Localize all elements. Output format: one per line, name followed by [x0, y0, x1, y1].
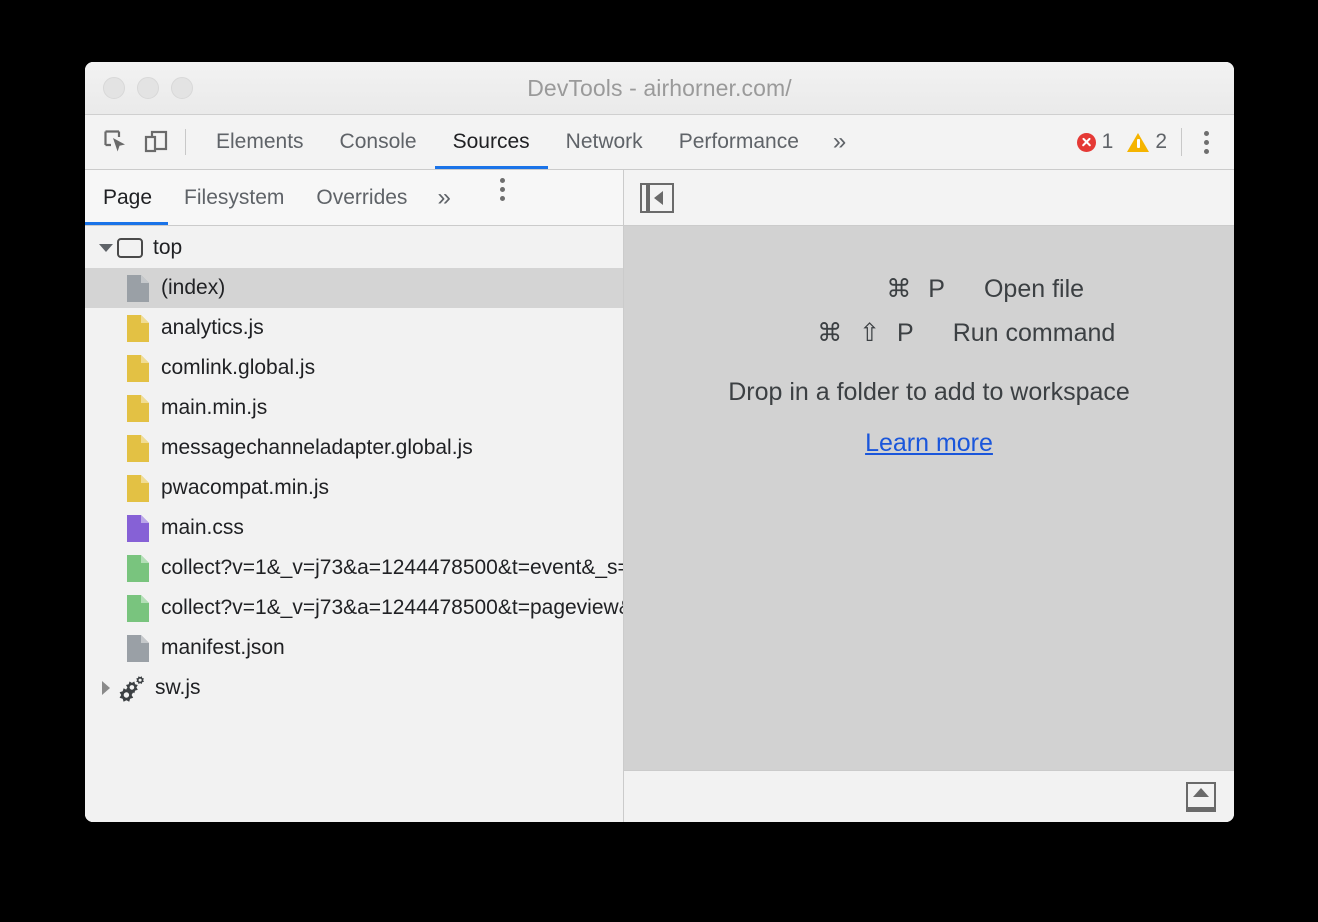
subtab-overrides[interactable]: Overrides: [300, 170, 423, 225]
editor-empty-state: ⌘ P Open file ⌘ ⇧ P Run command Drop in …: [624, 226, 1234, 770]
warning-badge[interactable]: 2: [1127, 130, 1167, 154]
collapse-navigator-icon[interactable]: [640, 183, 674, 213]
tree-item-analytics-js[interactable]: analytics.js: [85, 308, 623, 348]
error-count: 1: [1102, 130, 1114, 154]
shortcut-open-file: ⌘ P Open file: [774, 274, 1084, 304]
tab-console[interactable]: Console: [322, 115, 435, 169]
tab-elements[interactable]: Elements: [198, 115, 322, 169]
file-tree: top (index) analytics.js: [85, 226, 623, 822]
inspect-element-icon[interactable]: [97, 123, 135, 161]
document-icon: [127, 595, 149, 622]
navigator-tabs: Page Filesystem Overrides »: [85, 170, 623, 226]
subtab-overrides-label: Overrides: [316, 186, 407, 210]
main-toolbar: Elements Console Sources Network Perform…: [85, 115, 1234, 170]
tree-item-label: comlink.global.js: [161, 356, 315, 380]
tab-elements-label: Elements: [216, 130, 304, 154]
tree-item-top[interactable]: top: [85, 228, 623, 268]
tab-sources[interactable]: Sources: [435, 115, 548, 169]
minimize-window-button[interactable]: [137, 77, 159, 99]
tab-performance[interactable]: Performance: [661, 115, 817, 169]
shortcut-run-command: ⌘ ⇧ P Run command: [743, 318, 1116, 348]
tree-item-label: pwacompat.min.js: [161, 476, 329, 500]
warning-icon: [1127, 133, 1149, 152]
toolbar-divider: [185, 129, 186, 155]
shortcut-open-file-keys: ⌘ P: [774, 274, 984, 304]
tree-item-index[interactable]: (index): [85, 268, 623, 308]
tree-item-label: manifest.json: [161, 636, 285, 660]
subtab-page[interactable]: Page: [85, 170, 168, 225]
tree-item-pwacompat-min-js[interactable]: pwacompat.min.js: [85, 468, 623, 508]
workspace-drop-hint: Drop in a folder to add to workspace: [728, 378, 1130, 407]
editor-toolbar: [624, 170, 1234, 226]
navigator-kebab-menu-icon[interactable]: [485, 170, 521, 208]
status-bar: [624, 770, 1234, 822]
shortcut-run-command-action: Run command: [953, 319, 1116, 348]
device-toolbar-icon[interactable]: [137, 123, 175, 161]
document-icon: [127, 315, 149, 342]
tree-item-label: top: [153, 236, 182, 260]
window-controls: [103, 77, 193, 99]
tree-item-label: (index): [161, 276, 225, 300]
window-title: DevTools - airhorner.com/: [85, 75, 1234, 102]
shortcut-open-file-action: Open file: [984, 275, 1084, 304]
tree-item-label: sw.js: [155, 676, 201, 700]
close-window-button[interactable]: [103, 77, 125, 99]
more-panels-button[interactable]: »: [817, 115, 862, 169]
tree-item-label: messagechanneladapter.global.js: [161, 436, 473, 460]
error-badge[interactable]: 1: [1077, 130, 1114, 154]
tree-item-label: main.min.js: [161, 396, 267, 420]
tree-item-comlink-global-js[interactable]: comlink.global.js: [85, 348, 623, 388]
tree-item-label: collect?v=1&_v=j73&a=1244478500&t=event&…: [161, 556, 623, 580]
tab-console-label: Console: [340, 130, 417, 154]
document-icon: [127, 555, 149, 582]
document-icon: [127, 475, 149, 502]
show-drawer-icon[interactable]: [1186, 782, 1216, 812]
tab-network[interactable]: Network: [548, 115, 661, 169]
panel-tabs: Elements Console Sources Network Perform…: [198, 115, 862, 169]
tree-item-label: main.css: [161, 516, 244, 540]
tree-item-manifest-json[interactable]: manifest.json: [85, 628, 623, 668]
shortcut-run-command-keys: ⌘ ⇧ P: [743, 318, 953, 348]
frame-icon: [117, 238, 143, 258]
error-icon: [1077, 133, 1096, 152]
maximize-window-button[interactable]: [171, 77, 193, 99]
editor-panel: ⌘ P Open file ⌘ ⇧ P Run command Drop in …: [624, 170, 1234, 822]
subtab-filesystem-label: Filesystem: [184, 186, 284, 210]
screenshot-root: DevTools - airhorner.com/ Elements: [0, 0, 1318, 922]
toolbar-divider-right: [1181, 128, 1182, 156]
tree-item-main-min-js[interactable]: main.min.js: [85, 388, 623, 428]
document-icon: [127, 395, 149, 422]
warning-count: 2: [1155, 130, 1167, 154]
tree-item-label: collect?v=1&_v=j73&a=1244478500&t=pagevi…: [161, 596, 623, 620]
document-icon: [127, 275, 149, 302]
more-navigator-tabs-button[interactable]: »: [423, 170, 464, 225]
tab-sources-label: Sources: [453, 130, 530, 154]
document-icon: [127, 435, 149, 462]
devtools-window: DevTools - airhorner.com/ Elements: [85, 62, 1234, 822]
tab-performance-label: Performance: [679, 130, 799, 154]
learn-more-link[interactable]: Learn more: [865, 429, 993, 458]
chevron-down-icon[interactable]: [95, 244, 117, 252]
document-icon: [127, 355, 149, 382]
kebab-menu-icon[interactable]: [1188, 123, 1224, 161]
chevron-right-icon[interactable]: [95, 681, 117, 695]
service-worker-gears-icon: [117, 674, 147, 702]
tree-item-messagechanneladapter-global-js[interactable]: messagechanneladapter.global.js: [85, 428, 623, 468]
navigator-panel: Page Filesystem Overrides »: [85, 170, 624, 822]
tree-item-collect-pageview[interactable]: collect?v=1&_v=j73&a=1244478500&t=pagevi…: [85, 588, 623, 628]
tree-item-sw-js[interactable]: sw.js: [85, 668, 623, 708]
sources-body: Page Filesystem Overrides »: [85, 170, 1234, 822]
subtab-page-label: Page: [103, 186, 152, 210]
subtab-filesystem[interactable]: Filesystem: [168, 170, 300, 225]
tree-item-label: analytics.js: [161, 316, 264, 340]
title-bar: DevTools - airhorner.com/: [85, 62, 1234, 115]
tree-item-main-css[interactable]: main.css: [85, 508, 623, 548]
toolbar-right-group: 1 2: [1077, 123, 1234, 161]
document-icon: [127, 635, 149, 662]
tab-network-label: Network: [566, 130, 643, 154]
tree-item-collect-event[interactable]: collect?v=1&_v=j73&a=1244478500&t=event&…: [85, 548, 623, 588]
document-icon: [127, 515, 149, 542]
